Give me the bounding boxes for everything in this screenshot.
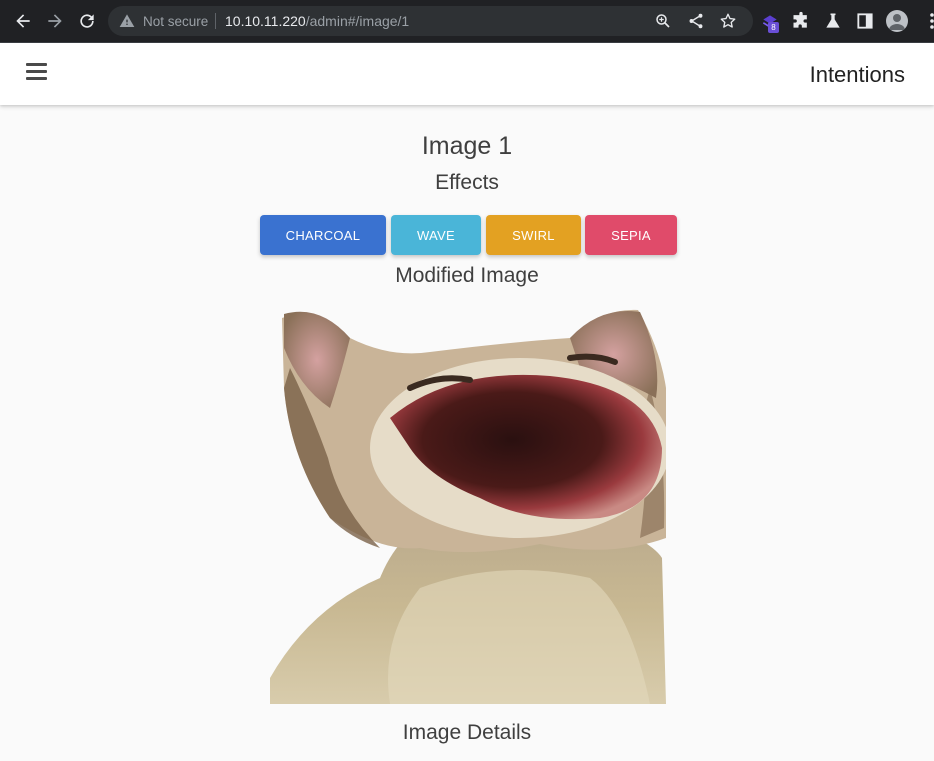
more-icon[interactable] <box>922 11 934 31</box>
page-title: Image 1 <box>421 132 513 160</box>
share-icon[interactable] <box>687 12 705 30</box>
sidebar-icon[interactable] <box>855 11 875 31</box>
extension-badge: 8 <box>768 22 779 33</box>
star-icon[interactable] <box>719 12 737 30</box>
wave-button[interactable]: WAVE <box>391 215 481 255</box>
reload-icon[interactable] <box>74 8 100 34</box>
url-path: /admin#/image/1 <box>305 13 410 29</box>
not-secure-label[interactable]: Not secure <box>143 14 208 29</box>
warning-icon[interactable] <box>119 13 135 29</box>
forward-icon[interactable] <box>42 8 68 34</box>
image-details-heading: Image Details <box>402 721 532 744</box>
modified-image-heading: Modified Image <box>395 264 539 287</box>
back-icon[interactable] <box>10 8 36 34</box>
modified-image <box>270 308 666 704</box>
charcoal-button[interactable]: CHARCOAL <box>260 215 386 255</box>
url-host: 10.10.11.220 <box>225 13 306 29</box>
app-header: Intentions <box>0 43 934 105</box>
sepia-button[interactable]: SEPIA <box>585 215 677 255</box>
swirl-button[interactable]: SWIRL <box>486 215 581 255</box>
effects-heading: Effects <box>435 171 499 194</box>
brand-title[interactable]: Intentions <box>810 62 905 88</box>
profile-icon[interactable] <box>886 10 908 32</box>
url-text[interactable]: 10.10.11.220/admin#/image/1 <box>225 13 409 29</box>
zoom-icon[interactable] <box>654 12 672 30</box>
flask-icon[interactable] <box>823 11 843 31</box>
separator <box>215 13 216 29</box>
hamburger-icon[interactable] <box>26 63 48 81</box>
address-bar[interactable]: Not secure 10.10.11.220/admin#/image/1 <box>108 6 753 36</box>
browser-toolbar: Not secure 10.10.11.220/admin#/image/1 8 <box>0 0 934 43</box>
puzzle-icon[interactable] <box>791 11 811 31</box>
